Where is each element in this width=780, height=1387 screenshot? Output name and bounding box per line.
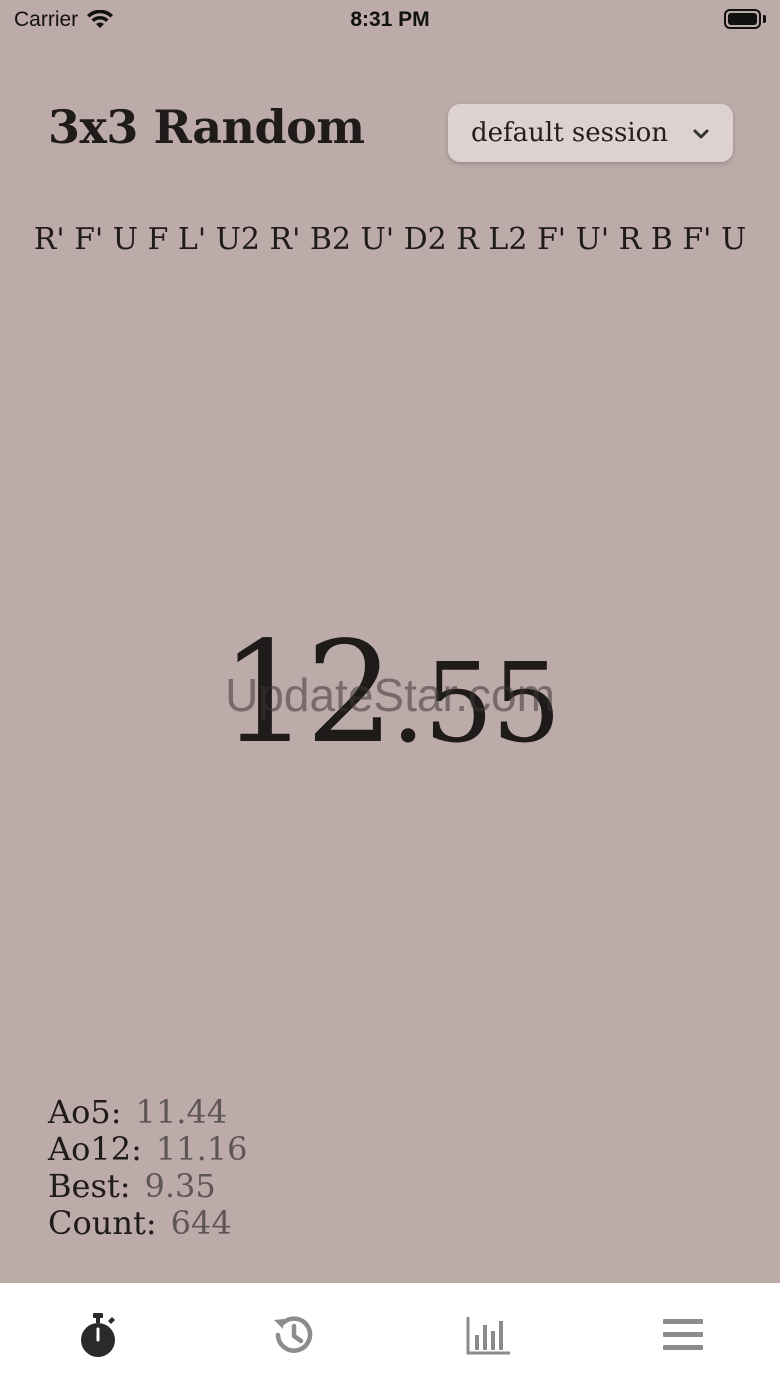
chevron-down-icon xyxy=(693,129,709,139)
tab-history[interactable] xyxy=(195,1283,390,1387)
stat-ao12: Ao12: 11.16 xyxy=(48,1131,247,1168)
stat-value: 644 xyxy=(170,1204,232,1242)
tab-menu[interactable] xyxy=(585,1283,780,1387)
stat-count: Count: 644 xyxy=(48,1205,247,1242)
stat-value: 11.44 xyxy=(135,1093,228,1131)
timer-fraction: .55 xyxy=(390,639,562,767)
tab-timer[interactable] xyxy=(0,1283,195,1387)
stat-ao5: Ao5: 11.44 xyxy=(48,1094,247,1131)
scramble-text[interactable]: R' F' U F L' U2 R' B2 U' D2 R L2 F' U' R… xyxy=(0,222,780,257)
clock: 8:31 PM xyxy=(350,8,430,31)
stat-value: 9.35 xyxy=(144,1167,216,1205)
puzzle-title[interactable]: 3x3 Random xyxy=(48,100,365,154)
timer-seconds: 12 xyxy=(220,612,394,775)
session-dropdown[interactable]: default session xyxy=(448,104,733,162)
stats-panel: Ao5: 11.44 Ao12: 11.16 Best: 9.35 Count:… xyxy=(48,1094,247,1242)
tab-bar xyxy=(0,1283,780,1387)
history-icon xyxy=(273,1316,312,1353)
battery-icon xyxy=(724,9,766,29)
stat-label: Best: xyxy=(48,1167,131,1205)
stat-label: Count: xyxy=(48,1204,157,1242)
stopwatch-icon xyxy=(80,1313,115,1357)
tab-stats[interactable] xyxy=(390,1283,585,1387)
stat-label: Ao12: xyxy=(48,1130,142,1168)
status-bar: Carrier 8:31 PM xyxy=(0,0,780,44)
stat-label: Ao5: xyxy=(48,1093,122,1131)
stat-value: 11.16 xyxy=(155,1130,248,1168)
timer-display[interactable]: 12.55 xyxy=(0,612,780,775)
menu-icon xyxy=(662,1319,703,1350)
stat-best: Best: 9.35 xyxy=(48,1168,247,1205)
bar-chart-icon xyxy=(466,1317,510,1355)
session-label: default session xyxy=(471,118,669,148)
